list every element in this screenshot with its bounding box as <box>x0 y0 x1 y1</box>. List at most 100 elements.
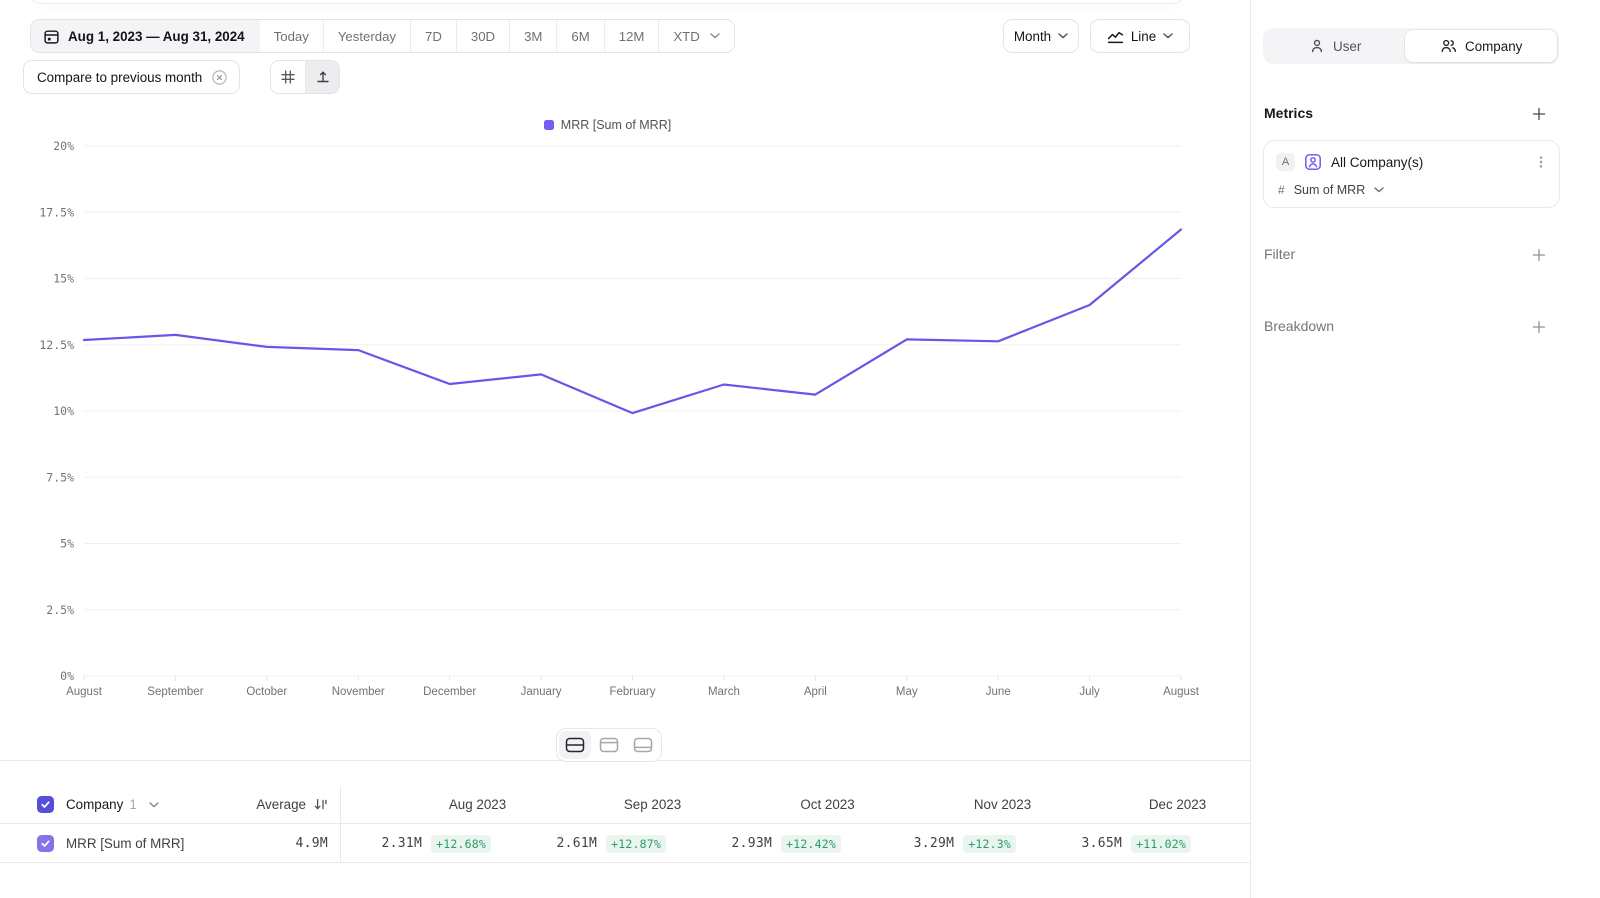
x-label-february: February <box>609 686 655 698</box>
toggle-company[interactable]: Company <box>1405 30 1557 62</box>
column-header-dec-2023[interactable]: Dec 2023 <box>1090 785 1250 824</box>
xtd-label: XTD <box>673 29 699 44</box>
aggregation-selector[interactable]: # Sum of MRR <box>1278 183 1384 197</box>
cell-value: 3.29M <box>914 836 955 851</box>
add-breakdown-button[interactable] <box>1529 317 1549 337</box>
add-metric-button[interactable] <box>1529 104 1549 124</box>
x-label-september: September <box>147 686 203 698</box>
chart-panel: Aug 1, 2023 — Aug 31, 2024 TodayYesterda… <box>0 0 1250 898</box>
y-tick-12.5%: 12.5% <box>39 338 74 352</box>
plus-icon <box>1531 319 1547 335</box>
table-header-row: Company 1 Average Aug 2023Sep 2023Oct 20… <box>0 785 1250 824</box>
preset-6m[interactable]: 6M <box>556 20 603 52</box>
select-all-checkbox[interactable] <box>37 796 54 813</box>
row-border <box>0 862 1250 863</box>
breakdown-heading: Breakdown <box>1264 318 1334 334</box>
metric-title: All Company(s) <box>1331 155 1524 170</box>
value-cell-sep-2023[interactable]: 2.61M+12.87% <box>565 824 740 863</box>
x-label-march: March <box>708 686 740 698</box>
arrow-up-from-line-icon <box>315 69 331 85</box>
preset-3m[interactable]: 3M <box>509 20 556 52</box>
entity-toggle: User Company <box>1263 28 1559 64</box>
y-tick-17.5%: 17.5% <box>39 205 74 219</box>
toggle-user-label: User <box>1333 39 1361 54</box>
calendar-icon <box>43 28 60 45</box>
mrr-series-line[interactable] <box>84 230 1181 414</box>
sort-icon[interactable] <box>313 797 328 812</box>
preset-buttons: TodayYesterday7D30D3M6M12M <box>260 20 659 52</box>
value-cell-dec-2023[interactable]: 3.65M+11.02% <box>1090 824 1250 863</box>
chevron-down-icon <box>1374 187 1384 193</box>
chart-option-toggles <box>270 60 340 94</box>
preset-12m[interactable]: 12M <box>604 20 659 52</box>
chart-type-dropdown[interactable]: Line <box>1090 19 1190 53</box>
row-group-count: 1 <box>129 797 136 812</box>
x-label-october: October <box>246 686 287 698</box>
toggle-company-label: Company <box>1465 39 1522 54</box>
legend-label: MRR [Sum of MRR] <box>561 118 671 132</box>
gridlines-toggle-button[interactable] <box>271 61 305 93</box>
date-range-button[interactable]: Aug 1, 2023 — Aug 31, 2024 <box>31 20 260 52</box>
chart-only-view-button[interactable] <box>593 731 625 759</box>
config-sidebar: User Company Metrics A <box>1250 0 1600 898</box>
granularity-label: Month <box>1014 29 1051 44</box>
row-group-label[interactable]: Company <box>66 797 123 812</box>
remove-compare-icon[interactable] <box>211 69 228 86</box>
preset-xtd-dropdown[interactable]: XTD <box>658 20 733 52</box>
plus-icon <box>1531 247 1547 263</box>
toggle-user[interactable]: User <box>1265 30 1405 62</box>
column-header-sep-2023[interactable]: Sep 2023 <box>565 785 740 824</box>
preset-today[interactable]: Today <box>260 20 323 52</box>
table-row[interactable]: MRR [Sum of MRR] 4.9M 2.31M+12.68%2.61M+… <box>0 824 1250 863</box>
kebab-menu-icon[interactable] <box>1533 154 1549 170</box>
series-checkbox[interactable] <box>37 835 54 852</box>
average-label: Average <box>256 797 306 812</box>
chevron-down-icon <box>1163 33 1173 39</box>
grid-icon <box>280 69 296 85</box>
column-header-nov-2023[interactable]: Nov 2023 <box>915 785 1090 824</box>
x-label-january: January <box>521 686 562 698</box>
chart-type-label: Line <box>1131 29 1156 44</box>
scrolled-card-edge <box>28 0 1186 4</box>
growth-badge: +11.02% <box>1131 835 1191 853</box>
mrr-line-chart[interactable]: 0%2.5%5%7.5%10%12.5%15%17.5%20%AugustSep… <box>0 140 1215 705</box>
split-view-button[interactable] <box>559 731 591 759</box>
column-header-aug-2023[interactable]: Aug 2023 <box>390 785 565 824</box>
y-tick-20%: 20% <box>53 140 74 153</box>
average-column-header[interactable]: Average <box>150 785 328 824</box>
x-label-may: May <box>896 686 918 698</box>
analytics-report-page: Aug 1, 2023 — Aug 31, 2024 TodayYesterda… <box>0 0 1600 898</box>
preset-30d[interactable]: 30D <box>456 20 509 52</box>
users-icon <box>1440 38 1457 54</box>
chevron-down-icon <box>1058 33 1068 39</box>
growth-badge: +12.42% <box>781 835 841 853</box>
x-label-april: April <box>804 686 827 698</box>
column-header-oct-2023[interactable]: Oct 2023 <box>740 785 915 824</box>
x-label-december: December <box>423 686 476 698</box>
y-tick-7.5%: 7.5% <box>46 470 74 484</box>
annotations-toggle-button[interactable] <box>305 61 339 93</box>
layout-switcher <box>556 728 662 762</box>
month-value-cells: 2.31M+12.68%2.61M+12.87%2.93M+12.42%3.29… <box>390 824 1250 863</box>
value-cell-aug-2023[interactable]: 2.31M+12.68% <box>390 824 565 863</box>
preset-yesterday[interactable]: Yesterday <box>323 20 410 52</box>
table-layout-icon <box>633 737 653 753</box>
compare-chip[interactable]: Compare to previous month <box>23 60 240 94</box>
table-only-view-button[interactable] <box>627 731 659 759</box>
y-tick-15%: 15% <box>53 272 74 286</box>
company-contact-icon <box>1304 153 1322 171</box>
metric-letter-badge: A <box>1276 153 1295 171</box>
preset-7d[interactable]: 7D <box>410 20 456 52</box>
value-cell-oct-2023[interactable]: 2.93M+12.42% <box>740 824 915 863</box>
compare-chip-label: Compare to previous month <box>37 70 202 85</box>
cell-value: 2.31M <box>381 836 422 851</box>
average-value: 4.9M <box>295 836 328 851</box>
y-tick-10%: 10% <box>53 404 74 418</box>
add-filter-button[interactable] <box>1529 245 1549 265</box>
check-icon <box>40 838 51 849</box>
granularity-dropdown[interactable]: Month <box>1003 19 1079 53</box>
check-icon <box>40 799 51 810</box>
metric-card[interactable]: A All Company(s) # Sum of MRR <box>1263 140 1560 208</box>
value-cell-nov-2023[interactable]: 3.29M+12.3% <box>915 824 1090 863</box>
cell-value: 2.93M <box>731 836 772 851</box>
